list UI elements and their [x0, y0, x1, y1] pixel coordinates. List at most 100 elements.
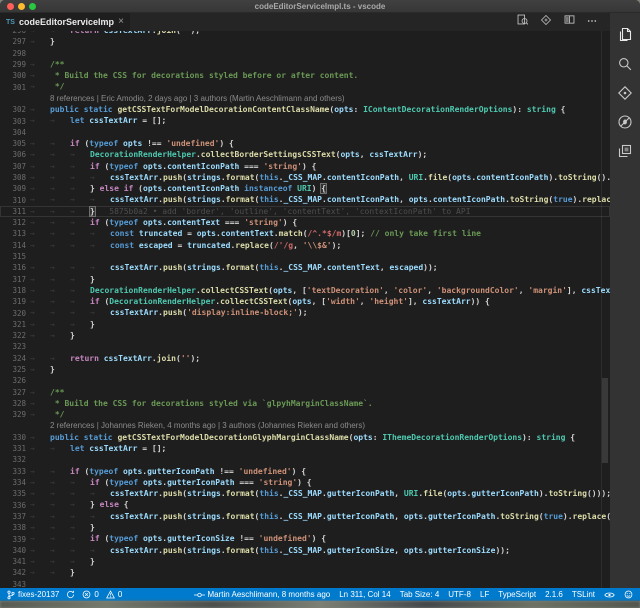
line-number[interactable]: 331	[0, 444, 26, 453]
line-number[interactable]: 335	[0, 489, 26, 498]
code-line-332[interactable]: 332	[0, 454, 610, 465]
code-line-316[interactable]: 316→→→→cssTextArr.push(strings.format(th…	[0, 262, 610, 273]
status-tslint[interactable]: TSLint	[572, 590, 595, 599]
status-tab-size-4[interactable]: Tab Size: 4	[400, 590, 440, 599]
code-line-333[interactable]: 333→→if (typeof opts.gutterIconPath !== …	[0, 466, 610, 477]
line-number[interactable]: 297	[0, 37, 26, 46]
status-warning[interactable]: 0	[106, 590, 122, 599]
line-number[interactable]: 324	[0, 354, 26, 363]
code-line-339[interactable]: 339→→→if (typeof opts.gutterIconSize !==…	[0, 533, 610, 544]
line-number[interactable]: 338	[0, 523, 26, 532]
line-number[interactable]: 321	[0, 320, 26, 329]
code-line-305[interactable]: 305→→if (typeof opts !== 'undefined') {	[0, 138, 610, 149]
code-line-319[interactable]: 319→→→if (DecorationRenderHelper.collect…	[0, 296, 610, 307]
line-number[interactable]: 337	[0, 512, 26, 521]
line-number[interactable]: 317	[0, 275, 26, 284]
status-eye[interactable]	[604, 591, 615, 599]
code-line-313[interactable]: 313→→→→const truncated = opts.contentTex…	[0, 228, 610, 239]
editor[interactable]: 296→→return cssTextArr.join('');297→}298…	[0, 31, 610, 589]
code-line-331[interactable]: 331→→let cssTextArr = [];	[0, 443, 610, 454]
line-number[interactable]: 327	[0, 388, 26, 397]
code-line-314[interactable]: 314→→→→const escaped = truncated.replace…	[0, 240, 610, 251]
code-line-340[interactable]: 340→→→→cssTextArr.push(strings.format(th…	[0, 545, 610, 556]
line-number[interactable]: 314	[0, 241, 26, 250]
line-number[interactable]: 310	[0, 196, 26, 205]
line-number[interactable]: 315	[0, 252, 26, 261]
code-line-323[interactable]: 323	[0, 341, 610, 352]
code-line-303[interactable]: 303→→let cssTextArr = [];	[0, 115, 610, 126]
source-control-icon[interactable]	[617, 84, 634, 101]
line-number[interactable]: 301	[0, 83, 26, 92]
line-number[interactable]: 307	[0, 162, 26, 171]
code-line-329[interactable]: 329→ */	[0, 409, 610, 420]
line-number[interactable]: 325	[0, 365, 26, 374]
status-lf[interactable]: LF	[480, 590, 489, 599]
line-number[interactable]: 296	[0, 31, 26, 35]
line-number[interactable]: 328	[0, 399, 26, 408]
line-number[interactable]: 306	[0, 150, 26, 159]
code-line-341[interactable]: 341→→→}	[0, 556, 610, 567]
code-line-325[interactable]: 325→}	[0, 364, 610, 375]
code-line-335[interactable]: 335→→→→cssTextArr.push(strings.format(th…	[0, 488, 610, 499]
split-editor-icon[interactable]	[563, 13, 576, 31]
files-icon[interactable]	[617, 26, 634, 43]
status-branch[interactable]: fixes-20137	[7, 590, 59, 600]
line-number[interactable]: 340	[0, 546, 26, 555]
code-line-302[interactable]: 302→public static getCSSTextForModelDeco…	[0, 104, 610, 115]
code-line-327[interactable]: 327→/**	[0, 387, 610, 398]
line-number[interactable]: 305	[0, 139, 26, 148]
code-line-326[interactable]: 326	[0, 375, 610, 386]
code-line-306[interactable]: 306→→→DecorationRenderHelper.collectBord…	[0, 149, 610, 160]
status-typescript[interactable]: TypeScript	[498, 590, 536, 599]
line-number[interactable]: 299	[0, 60, 26, 69]
line-number[interactable]: 342	[0, 568, 26, 577]
line-number[interactable]: 304	[0, 128, 26, 137]
code-line-322[interactable]: 322→→}	[0, 330, 610, 341]
line-number[interactable]: 308	[0, 173, 26, 182]
status-commit[interactable]: Martin Aeschlimann, 8 months ago	[194, 590, 331, 599]
debug-icon[interactable]	[617, 113, 634, 130]
status-smiley[interactable]	[624, 590, 633, 599]
code-line-312[interactable]: 312→→→if (typeof opts.contentText === 's…	[0, 217, 610, 228]
code-line-338[interactable]: 338→→→}	[0, 522, 610, 533]
line-number[interactable]: 320	[0, 309, 26, 318]
line-number[interactable]: 333	[0, 467, 26, 476]
code-line-320[interactable]: 320→→→→cssTextArr.push('display:inline-b…	[0, 307, 610, 318]
code-line-304[interactable]: 304	[0, 127, 610, 138]
line-number[interactable]: 309	[0, 184, 26, 193]
code-line-317[interactable]: 317→→→}	[0, 274, 610, 285]
code-line-321[interactable]: 321→→→}	[0, 319, 610, 330]
code-line-300[interactable]: 300→ * Build the CSS for decorations sty…	[0, 70, 610, 81]
line-number[interactable]: 316	[0, 263, 26, 272]
code-line-318[interactable]: 318→→→DecorationRenderHelper.collectCSST…	[0, 285, 610, 296]
line-number[interactable]: 329	[0, 410, 26, 419]
status-utf-8[interactable]: UTF-8	[448, 590, 471, 599]
code-line-330[interactable]: 330→public static getCSSTextForModelDeco…	[0, 432, 610, 443]
line-number[interactable]: 336	[0, 501, 26, 510]
line-number[interactable]: 312	[0, 218, 26, 227]
line-number[interactable]: 300	[0, 71, 26, 80]
line-number[interactable]: 311	[0, 207, 26, 216]
extensions-icon[interactable]	[617, 142, 634, 159]
line-number[interactable]: 313	[0, 229, 26, 238]
status-ln-311-col-14[interactable]: Ln 311, Col 14	[339, 590, 390, 599]
code-line-301[interactable]: 301→ */	[0, 81, 610, 92]
tab-codeeditorserviceimpl[interactable]: TS codeEditorServiceImpl.ts ×	[0, 13, 131, 31]
line-number[interactable]: 323	[0, 342, 26, 351]
line-number[interactable]: 322	[0, 331, 26, 340]
code-line-310[interactable]: 310→→→→cssTextArr.push(strings.format(th…	[0, 194, 610, 205]
line-number[interactable]: 318	[0, 286, 26, 295]
close-tab-icon[interactable]: ×	[118, 17, 124, 27]
code-line-309[interactable]: 309→→→} else if (opts.contentIconPath in…	[0, 183, 610, 194]
code-line-315[interactable]: 315	[0, 251, 610, 262]
line-number[interactable]: 332	[0, 455, 26, 464]
code-line-299[interactable]: 299→/**	[0, 59, 610, 70]
codelens-row[interactable]: 2 references | Johannes Rieken, 4 months…	[0, 420, 610, 431]
line-number[interactable]: 302	[0, 105, 26, 114]
open-preview-icon[interactable]	[516, 13, 529, 31]
line-number[interactable]: 326	[0, 376, 26, 385]
more-actions-icon[interactable]: ⋯	[587, 17, 598, 27]
code-line-342[interactable]: 342→→}	[0, 567, 610, 578]
status-error[interactable]: 0	[82, 590, 98, 599]
line-number[interactable]: 339	[0, 535, 26, 544]
